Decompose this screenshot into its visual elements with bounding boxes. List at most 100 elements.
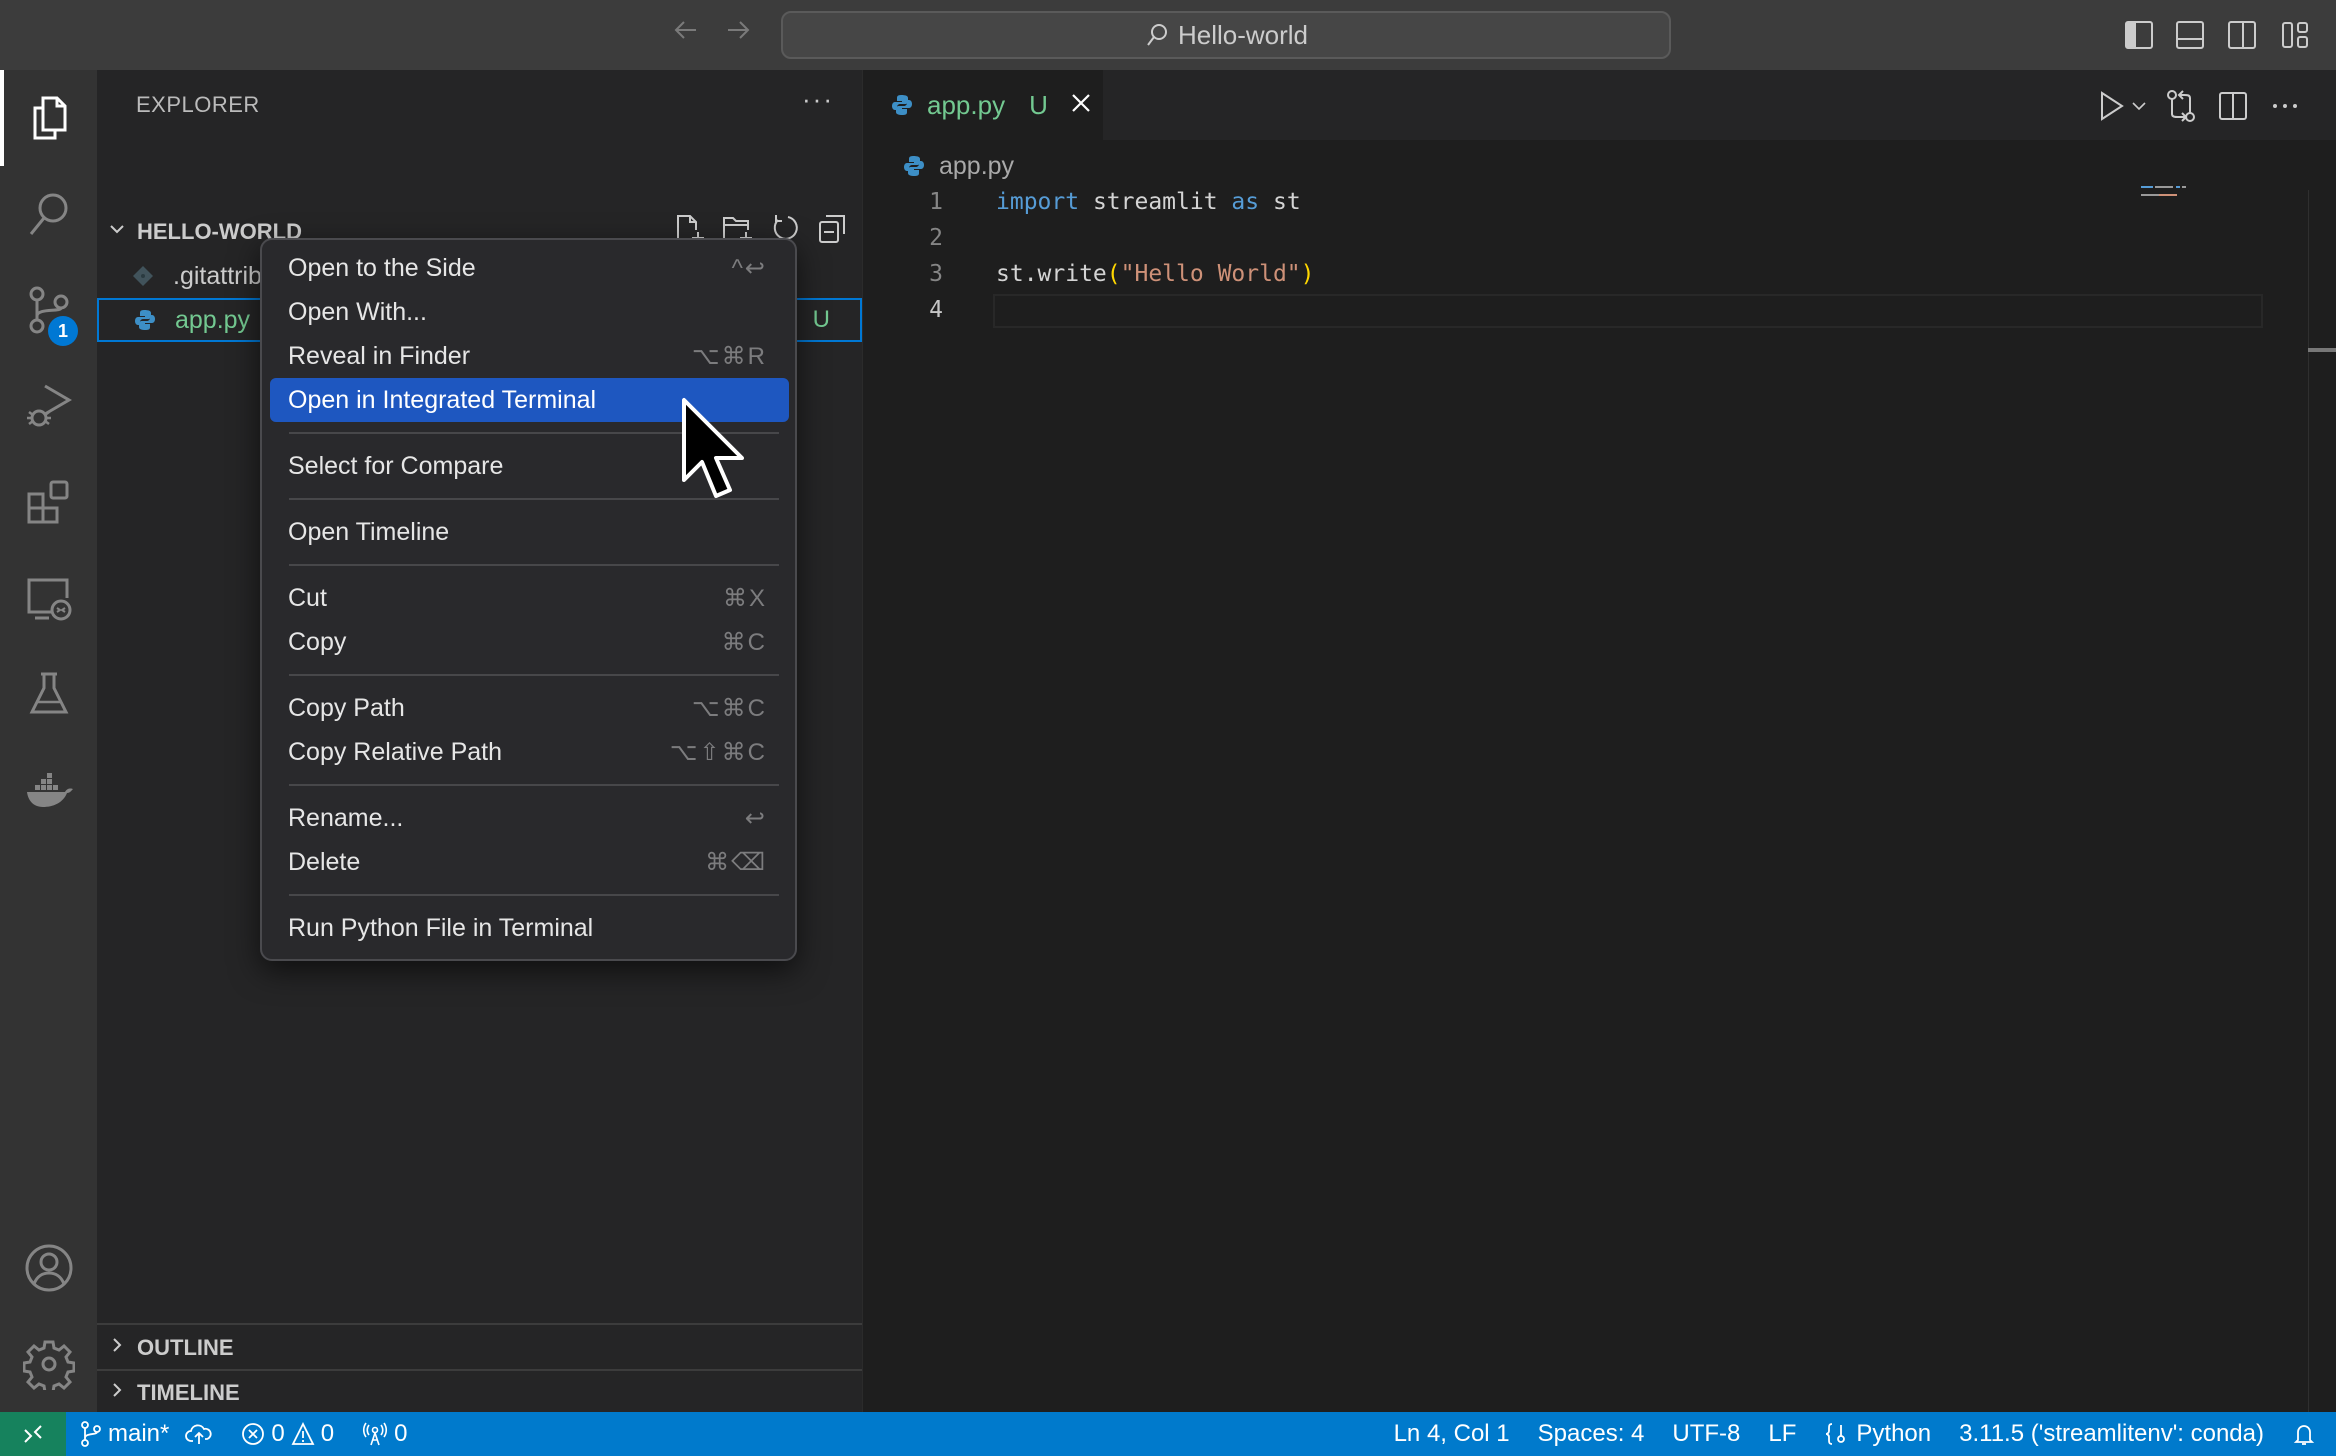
breadcrumb-file: app.py	[939, 151, 1015, 180]
menu-item-copy-relative-path[interactable]: Copy Relative Path ⌥⇧⌘C	[270, 730, 789, 774]
minimap-line	[2176, 186, 2180, 188]
arrow-left-icon	[674, 21, 696, 39]
activity-accounts[interactable]	[0, 1220, 97, 1316]
activity-extensions[interactable]	[0, 454, 97, 550]
open-changes-icon	[2167, 90, 2195, 122]
encoding[interactable]: UTF-8	[1658, 1412, 1754, 1456]
menu-item-copy-path[interactable]: Copy Path ⌥⌘C	[270, 686, 789, 730]
menu-item-open-timeline[interactable]: Open Timeline	[270, 510, 789, 554]
run-dropdown-button[interactable]	[2129, 86, 2149, 126]
ports-indicator[interactable]: 0	[348, 1412, 421, 1456]
back-button[interactable]	[666, 14, 706, 54]
menu-item-label: Reveal in Finder	[288, 341, 471, 370]
code-token: as	[1231, 189, 1260, 215]
more-actions-button[interactable]: ···	[802, 84, 834, 115]
menu-item-delete[interactable]: Delete ⌘⌫	[270, 840, 789, 884]
toggle-primary-sidebar-button[interactable]	[2124, 20, 2154, 50]
code-token: )	[1300, 261, 1315, 287]
activity-explorer[interactable]	[0, 70, 97, 166]
chevron-down-icon	[97, 219, 137, 245]
remote-indicator[interactable]	[0, 1412, 66, 1456]
toggle-secondary-sidebar-button[interactable]	[2227, 20, 2257, 50]
menu-item-shortcut: ⌥⌘C	[692, 694, 767, 722]
collapse-all-icon	[819, 215, 845, 243]
split-editor-button[interactable]	[2215, 86, 2251, 126]
close-icon	[1072, 94, 1090, 112]
source-control-badge: 1	[48, 316, 78, 346]
activity-manage[interactable]	[0, 1316, 97, 1412]
editor-more-actions-button[interactable]	[2267, 86, 2303, 126]
chevron-right-icon	[97, 1380, 137, 1406]
python-interpreter[interactable]: 3.11.5 ('streamlitenv': conda)	[1945, 1412, 2278, 1456]
indentation[interactable]: Spaces: 4	[1524, 1412, 1659, 1456]
code-token: streamlit	[1079, 189, 1232, 215]
problems-indicator[interactable]: 0 0	[227, 1412, 348, 1456]
search-icon	[29, 193, 67, 235]
file-name: app.py	[175, 305, 251, 334]
menu-item-rename[interactable]: Rename... ↩	[270, 796, 789, 840]
activity-search[interactable]	[0, 166, 97, 262]
command-center[interactable]: Hello-world	[781, 11, 1671, 59]
close-tab-button[interactable]	[1070, 88, 1092, 122]
beaker-icon	[29, 672, 68, 714]
forward-button[interactable]	[718, 14, 758, 54]
activity-run-debug[interactable]	[0, 358, 97, 454]
timeline-section-header[interactable]: TIMELINE	[97, 1371, 862, 1415]
notifications-button[interactable]	[2278, 1412, 2336, 1456]
menu-item-shortcut: ⌘X	[722, 584, 767, 612]
activity-source-control[interactable]: 1	[0, 262, 97, 358]
menu-item-shortcut: ⌥⌘R	[692, 342, 767, 370]
open-changes-button[interactable]	[2163, 86, 2199, 126]
minimap-line	[2182, 186, 2186, 188]
minimap-line	[2159, 194, 2177, 196]
cursor-position[interactable]: Ln 4, Col 1	[1380, 1412, 1524, 1456]
customize-layout-icon	[2282, 22, 2308, 48]
activity-docker[interactable]	[0, 742, 97, 838]
gear-icon	[22, 1340, 75, 1390]
run-python-button[interactable]	[2093, 86, 2129, 126]
menu-separator	[289, 564, 779, 566]
menu-item-reveal-in-finder[interactable]: Reveal in Finder ⌥⌘R	[270, 334, 789, 378]
customize-layout-button[interactable]	[2280, 20, 2310, 50]
remote-explorer-icon	[27, 578, 71, 621]
sync-button[interactable]	[183, 1412, 227, 1456]
language-mode[interactable]: Python	[1810, 1412, 1945, 1456]
menu-item-label: Rename...	[288, 803, 404, 832]
tab-app-py[interactable]: app.py U	[863, 70, 1103, 140]
menu-item-cut[interactable]: Cut ⌘X	[270, 576, 789, 620]
activity-remote-explorer[interactable]	[0, 550, 97, 646]
minimap[interactable]	[2133, 180, 2253, 220]
minimap-line	[2141, 186, 2153, 188]
code-token: "Hello World"	[1120, 261, 1301, 287]
code-line[interactable]: 4	[863, 292, 2143, 328]
python-icon	[892, 95, 912, 115]
section-label: TIMELINE	[137, 1380, 240, 1405]
vertical-scrollbar[interactable]	[2308, 190, 2336, 1412]
code-line[interactable]: 2	[863, 220, 2143, 256]
menu-separator	[289, 674, 779, 676]
menu-item-open-to-the-side[interactable]: Open to the Side ^↩	[270, 246, 789, 290]
broadcast-icon	[363, 1422, 388, 1446]
line-code: st.write("Hello World")	[996, 256, 1315, 292]
breadcrumb[interactable]: app.py	[903, 148, 1014, 184]
outline-section-header[interactable]: OUTLINE	[97, 1326, 862, 1370]
command-center-label: Hello-world	[1177, 19, 1309, 50]
toggle-panel-button[interactable]	[2175, 20, 2205, 50]
code-line[interactable]: 1 import streamlit as st	[863, 184, 2143, 220]
code-line[interactable]: 3 st.write("Hello World")	[863, 256, 2143, 292]
menu-item-run-python-file-in-terminal[interactable]: Run Python File in Terminal	[270, 906, 789, 950]
end-of-line[interactable]: LF	[1754, 1412, 1810, 1456]
more-actions-icon	[2273, 104, 2297, 108]
git-status-badge: U	[812, 306, 830, 333]
scrollbar-thumb[interactable]	[2308, 348, 2336, 352]
menu-item-open-with[interactable]: Open With...	[270, 290, 789, 334]
branch-indicator[interactable]: main*	[66, 1412, 183, 1456]
extensions-icon	[27, 480, 68, 524]
line-number: 4	[929, 297, 943, 323]
menu-item-copy[interactable]: Copy ⌘C	[270, 620, 789, 664]
title-bar: Hello-world	[0, 0, 2336, 70]
collapse-all-button[interactable]	[816, 212, 850, 252]
tab-bar: app.py U	[863, 70, 2336, 140]
section-label: OUTLINE	[137, 1335, 234, 1360]
activity-testing[interactable]	[0, 646, 97, 742]
